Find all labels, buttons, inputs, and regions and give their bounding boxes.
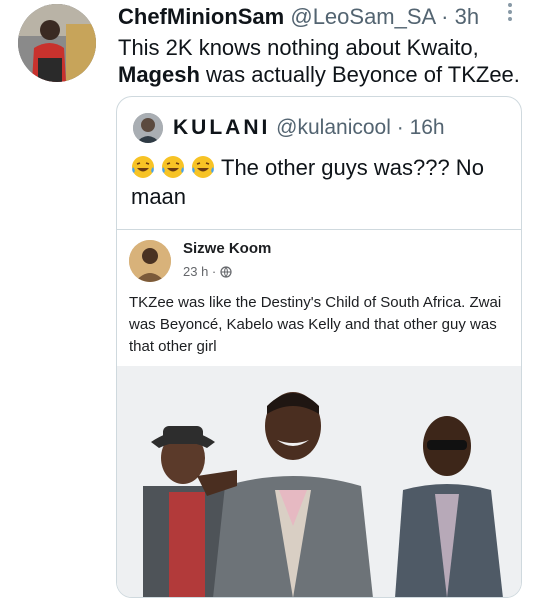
header-separator: ·	[435, 4, 455, 29]
tears-of-joy-emoji-icon	[132, 156, 154, 178]
tweet-text: This 2K knows nothing about Kwaito, Mage…	[118, 34, 528, 88]
author-handle[interactable]: @LeoSam_SA	[290, 4, 435, 29]
fb-time: 23 h	[183, 264, 209, 279]
fb-author-name: Sizwe Koom	[183, 240, 272, 257]
author-avatar[interactable]	[18, 4, 96, 82]
facebook-post-screenshot[interactable]: Sizwe Koom 23 h · TKZee was like the Des…	[117, 229, 521, 597]
tweet-text-rest: was actually Beyonce of TKZee.	[199, 62, 520, 87]
quoted-separator: ·	[390, 116, 410, 139]
tweet-header: ChefMinionSam @LeoSam_SA · 3h	[118, 4, 479, 30]
tears-of-joy-emoji-icon	[162, 156, 184, 178]
quoted-time[interactable]: 16h	[410, 116, 445, 139]
quoted-header: KULANI @kulanicool · 16h	[173, 115, 445, 141]
quoted-text: The other guys was??? No maan	[131, 153, 511, 211]
fb-separator: ·	[208, 264, 220, 279]
tweet-text-line1: This 2K knows nothing about Kwaito,	[118, 35, 479, 60]
author-name[interactable]: ChefMinionSam	[118, 4, 284, 29]
quoted-handle[interactable]: @kulanicool	[276, 116, 391, 139]
group-photo	[117, 366, 521, 597]
quoted-avatar[interactable]	[133, 113, 163, 143]
fb-post-text: TKZee was like the Destiny's Child of So…	[129, 294, 502, 355]
quoted-name[interactable]: KULANI	[173, 116, 270, 139]
globe-icon	[220, 266, 232, 278]
tears-of-joy-emoji-icon	[192, 156, 214, 178]
fb-avatar	[129, 240, 171, 282]
tweet-time[interactable]: 3h	[455, 4, 479, 29]
quoted-tweet[interactable]: KULANI @kulanicool · 16h The other guys …	[116, 96, 522, 598]
more-options-icon[interactable]	[504, 0, 516, 26]
tweet-text-bold: Magesh	[118, 62, 200, 87]
fb-meta: 23 h ·	[183, 264, 232, 279]
